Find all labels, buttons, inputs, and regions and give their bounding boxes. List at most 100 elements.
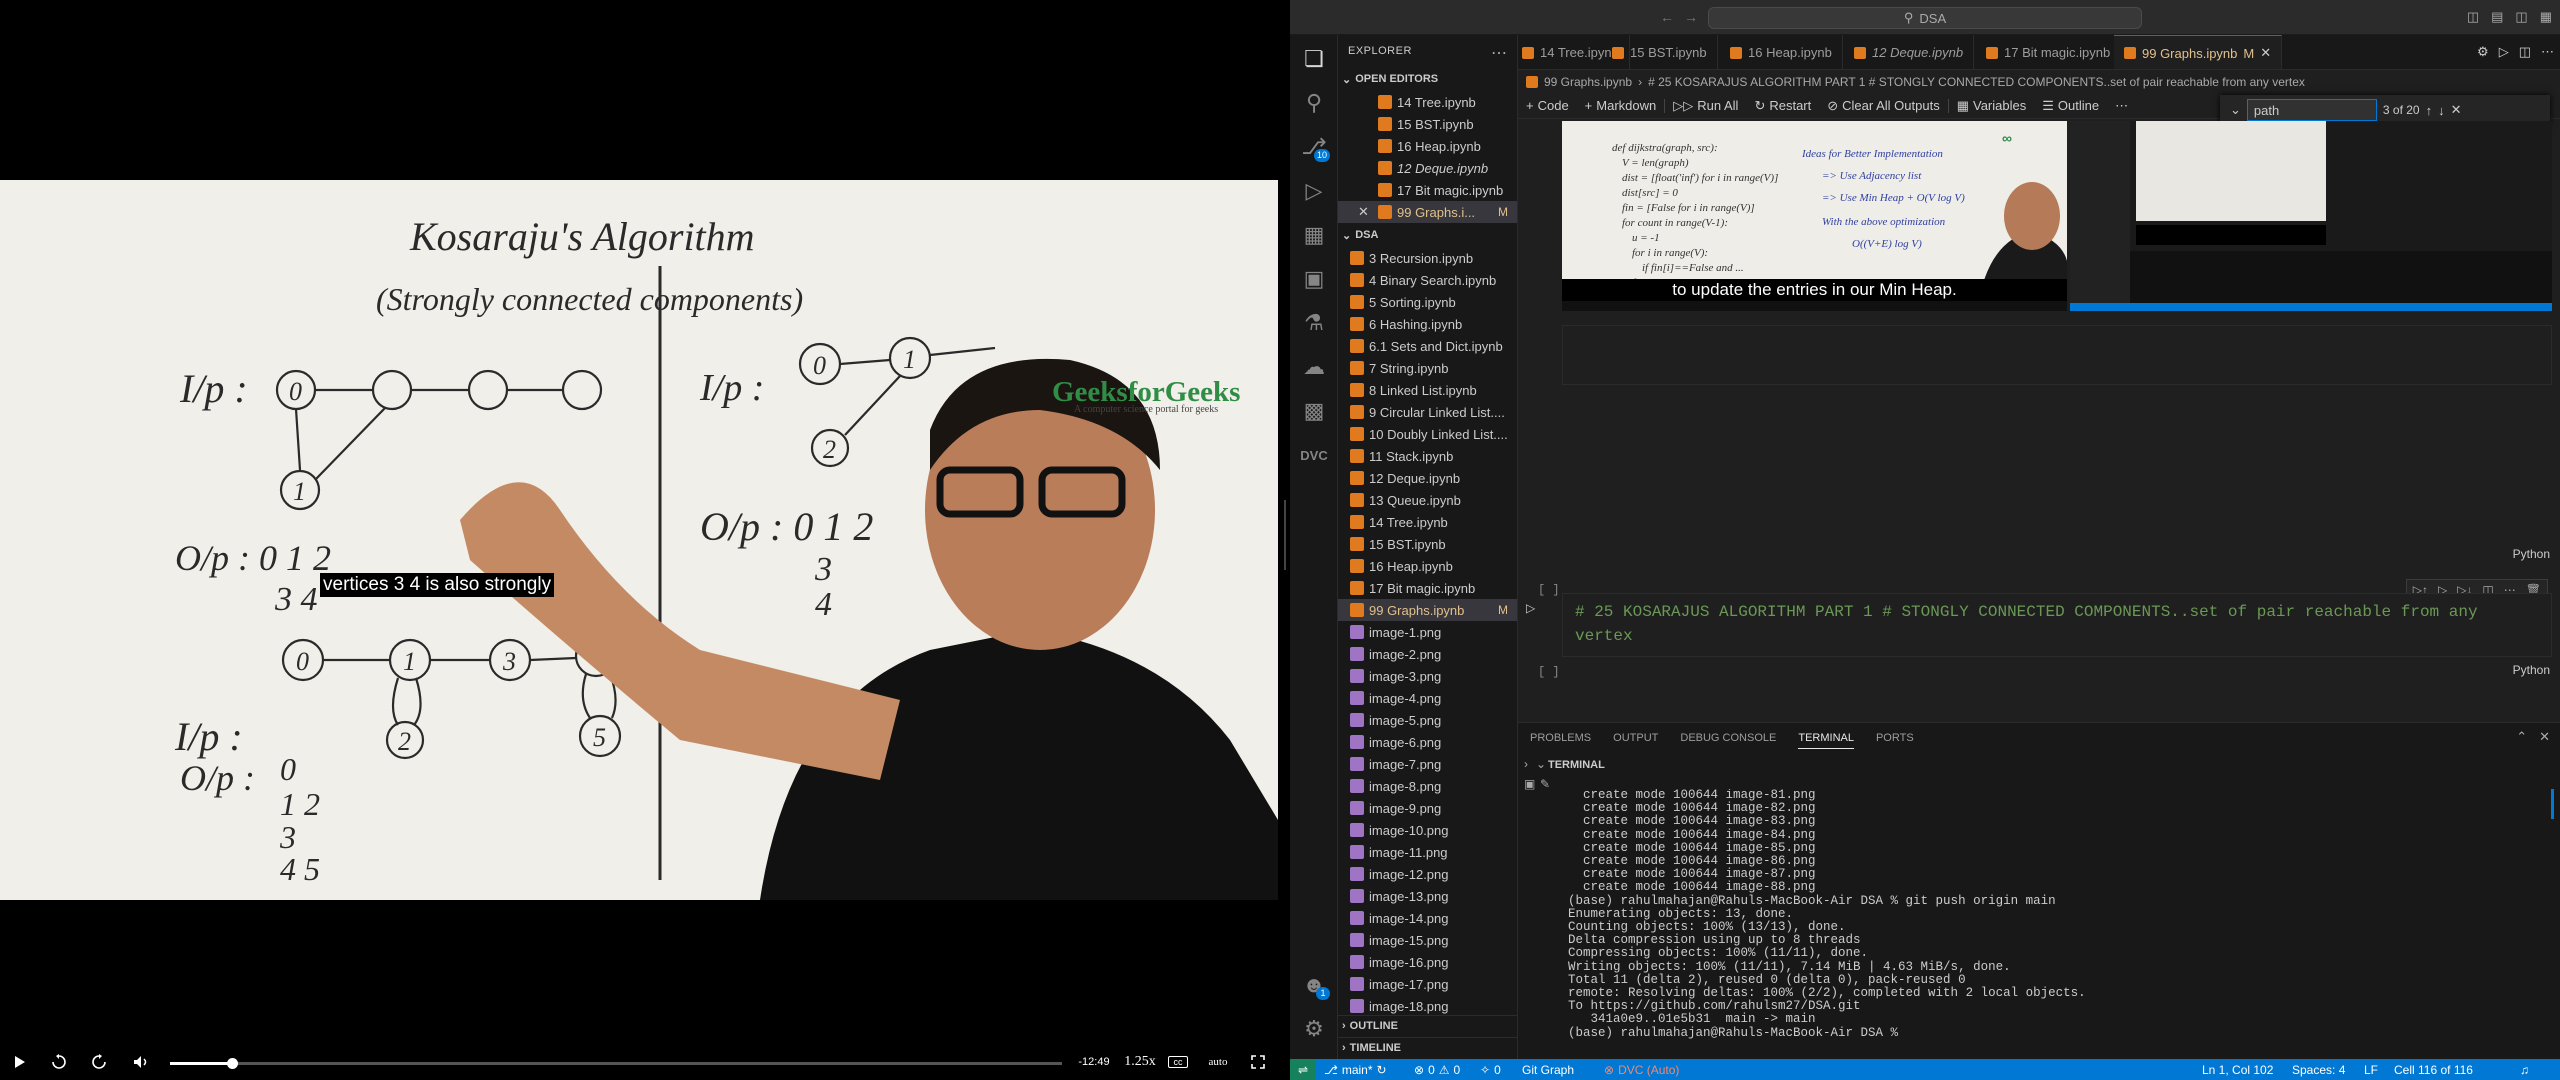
image-file-item[interactable]: image-17.png	[1338, 973, 1517, 995]
panel-tab-terminal[interactable]: TERMINAL	[1798, 732, 1854, 749]
explorer-icon[interactable]: ❏	[1290, 39, 1338, 79]
volume-icon[interactable]	[130, 1052, 152, 1072]
maximize-panel-icon[interactable]: ⌃	[2516, 729, 2527, 745]
variables-button[interactable]: ▦ Variables	[1949, 98, 2035, 114]
close-icon[interactable]: ✕	[2451, 102, 2462, 118]
toggle-panel-icon[interactable]: ▤	[2491, 9, 2503, 25]
file-item[interactable]: 6 Hashing.ipynb	[1338, 313, 1517, 335]
file-item[interactable]: 9 Circular Linked List....	[1338, 401, 1517, 423]
play-icon[interactable]	[10, 1052, 30, 1072]
open-editors-header[interactable]: ⌄ OPEN EDITORS	[1338, 69, 1517, 89]
image-file-item[interactable]: image-6.png	[1338, 731, 1517, 753]
terminal-tab-icon[interactable]: ▣	[1524, 777, 1535, 791]
file-item[interactable]: 7 String.ipynb	[1338, 357, 1517, 379]
quality-selector[interactable]: auto	[1198, 1052, 1238, 1072]
info-status[interactable]: ✧ 0	[1480, 1059, 1501, 1080]
rewind-10-icon[interactable]	[48, 1052, 70, 1072]
image-file-item[interactable]: image-3.png	[1338, 665, 1517, 687]
run-debug-icon[interactable]: ▷	[1290, 171, 1338, 211]
arrow-up-icon[interactable]: ↑	[2426, 103, 2433, 118]
editor-tab[interactable]: 99 Graphs.ipynb M ✕	[2114, 35, 2283, 69]
forward-arrow-icon[interactable]: →	[1684, 9, 1698, 25]
terminal-scrollbar[interactable]	[2551, 789, 2554, 819]
image-file-item[interactable]: image-16.png	[1338, 951, 1517, 973]
toggle-sidebar-icon[interactable]: ◫	[2467, 9, 2479, 25]
image-file-item[interactable]: image-2.png	[1338, 643, 1517, 665]
cell-count[interactable]: Cell 116 of 116	[2394, 1059, 2473, 1080]
open-editor-item[interactable]: 15 BST.ipynb	[1338, 113, 1517, 135]
jupyter-icon[interactable]: ▩	[1290, 391, 1338, 431]
panel-tab-ports[interactable]: PORTS	[1876, 732, 1914, 744]
image-file-item[interactable]: image-5.png	[1338, 709, 1517, 731]
more-icon[interactable]: ⋯	[2541, 44, 2554, 60]
code-cell[interactable]	[1562, 325, 2552, 385]
outline-header[interactable]: › OUTLINE	[1338, 1015, 1517, 1035]
open-editor-item[interactable]: 16 Heap.ipynb	[1338, 135, 1517, 157]
image-file-item[interactable]: image-12.png	[1338, 863, 1517, 885]
timeline-header[interactable]: › TIMELINE	[1338, 1037, 1517, 1057]
split-editor-icon[interactable]: ◫	[2519, 44, 2531, 60]
close-icon[interactable]: ✕	[1358, 204, 1369, 220]
restart-button[interactable]: ↻ Restart	[1746, 98, 1819, 114]
settings-gear-icon[interactable]: ⚙	[1290, 1009, 1338, 1049]
command-center-search[interactable]: ⚲ DSA	[1708, 7, 2142, 29]
open-editor-item[interactable]: 99 Graphs.i... M ✕	[1338, 201, 1517, 223]
docker-icon[interactable]: ☁	[1290, 347, 1338, 387]
cell-language[interactable]: Python	[2513, 547, 2550, 561]
accounts-icon[interactable]: ☻ 1	[1290, 965, 1338, 1005]
image-file-item[interactable]: image-14.png	[1338, 907, 1517, 929]
file-item[interactable]: 8 Linked List.ipynb	[1338, 379, 1517, 401]
arrow-down-icon[interactable]: ↓	[2438, 103, 2445, 118]
cursor-position[interactable]: Ln 1, Col 102	[2202, 1059, 2273, 1080]
file-item[interactable]: 11 Stack.ipynb	[1338, 445, 1517, 467]
progress-handle[interactable]	[227, 1058, 239, 1069]
remote-indicator-icon[interactable]: ⇌	[1290, 1059, 1316, 1080]
file-item[interactable]: 10 Doubly Linked List....	[1338, 423, 1517, 445]
run-cell-play-icon[interactable]: ▷	[1526, 601, 1535, 615]
image-file-item[interactable]: image-1.png	[1338, 621, 1517, 643]
editor-tab[interactable]: 12 Deque.ipynb	[1844, 35, 1975, 69]
file-item[interactable]: 14 Tree.ipynb	[1338, 511, 1517, 533]
cc-button[interactable]: cc	[1168, 1056, 1188, 1068]
brush-icon[interactable]: ✎	[1540, 777, 1550, 791]
indentation[interactable]: Spaces: 4	[2292, 1059, 2345, 1080]
file-item[interactable]: 17 Bit magic.ipynb	[1338, 577, 1517, 599]
open-editor-item[interactable]: 14 Tree.ipynb	[1338, 91, 1517, 113]
close-panel-icon[interactable]: ✕	[2539, 729, 2550, 745]
git-graph-status[interactable]: Git Graph	[1522, 1059, 1574, 1080]
search-icon[interactable]: ⚲	[1290, 83, 1338, 123]
source-control-icon[interactable]: ⎇ 10	[1290, 127, 1338, 167]
panel-tab-problems[interactable]: PROBLEMS	[1530, 732, 1591, 744]
image-file-item[interactable]: image-11.png	[1338, 841, 1517, 863]
add-code-button[interactable]: + Code	[1518, 98, 1577, 113]
image-file-item[interactable]: image-7.png	[1338, 753, 1517, 775]
file-item[interactable]: 6.1 Sets and Dict.ipynb	[1338, 335, 1517, 357]
editor-tab[interactable]: 17 Bit magic.ipynb	[1976, 35, 2122, 69]
breadcrumb-file[interactable]: 99 Graphs.ipynb	[1544, 75, 1632, 89]
image-file-item[interactable]: image-9.png	[1338, 797, 1517, 819]
toggle-secondary-sidebar-icon[interactable]: ◫	[2515, 9, 2527, 25]
image-file-item[interactable]: image-15.png	[1338, 929, 1517, 951]
toolbar-more-icon[interactable]: ⋯	[2107, 98, 2136, 114]
image-file-item[interactable]: image-8.png	[1338, 775, 1517, 797]
run-all-button[interactable]: ▷▷ Run All	[1665, 98, 1746, 114]
editor-tab[interactable]: 16 Heap.ipynb	[1720, 35, 1843, 69]
image-file-item[interactable]: image-10.png	[1338, 819, 1517, 841]
file-item[interactable]: 15 BST.ipynb	[1338, 533, 1517, 555]
file-item[interactable]: 12 Deque.ipynb	[1338, 467, 1517, 489]
find-input[interactable]	[2246, 99, 2377, 121]
image-file-item[interactable]: image-4.png	[1338, 687, 1517, 709]
file-item[interactable]: 13 Queue.ipynb	[1338, 489, 1517, 511]
back-arrow-icon[interactable]: ←	[1660, 9, 1674, 25]
line-ending[interactable]: LF	[2364, 1059, 2378, 1080]
run-icon[interactable]: ▷	[2499, 44, 2509, 60]
chevron-down-icon[interactable]: ⌄	[1536, 757, 1546, 771]
editor-tab[interactable]: 15 BST.ipynb	[1602, 35, 1718, 69]
clear-outputs-button[interactable]: ⊘ Clear All Outputs	[1819, 98, 1947, 114]
progress-bar[interactable]	[170, 1058, 1062, 1069]
chevron-down-icon[interactable]: ⌄	[2230, 102, 2241, 118]
file-item[interactable]: 3 Recursion.ipynb	[1338, 247, 1517, 269]
branch-status[interactable]: ⎇ main* ↻	[1324, 1059, 1387, 1080]
remote-explorer-icon[interactable]: ▣	[1290, 259, 1338, 299]
testing-icon[interactable]: ⚗	[1290, 303, 1338, 343]
